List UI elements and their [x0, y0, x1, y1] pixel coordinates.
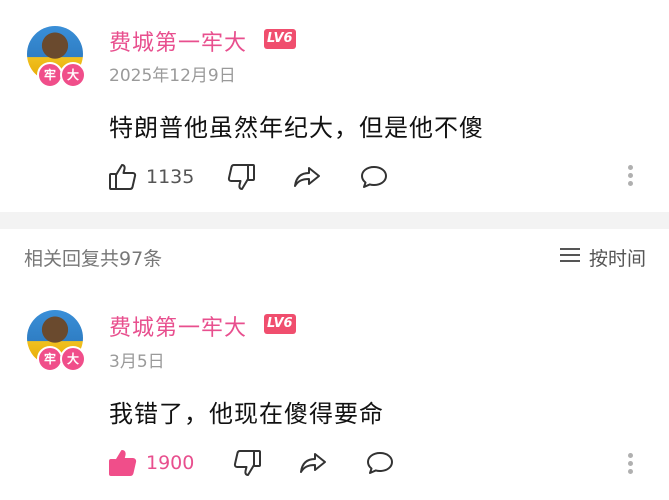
dislike-button[interactable] [232, 448, 262, 478]
comment-date: 3月5日 [109, 352, 165, 372]
sort-lines-icon [559, 246, 581, 269]
comment-text[interactable]: 我错了，他现在傻得要命 [109, 394, 384, 429]
share-icon [298, 448, 328, 478]
thumbs-down-icon [232, 448, 262, 478]
thumbs-up-icon [108, 162, 138, 192]
username[interactable]: 费城第一牢大 [109, 25, 247, 57]
section-divider [0, 212, 669, 229]
share-icon [292, 162, 322, 192]
avatar-badge-right: 大 [60, 346, 86, 372]
like-button[interactable]: 1900 [108, 448, 194, 478]
more-vertical-icon[interactable] [628, 450, 636, 477]
reply-button[interactable] [359, 162, 389, 192]
sort-by-time-button[interactable]: 按时间 [559, 244, 646, 271]
dislike-button[interactable] [226, 162, 256, 192]
reply-button[interactable] [365, 448, 395, 478]
share-button[interactable] [292, 162, 322, 192]
replies-count: 相关回复共97条 [24, 248, 163, 270]
comment-bubble-icon [365, 448, 395, 478]
thumbs-up-icon [108, 448, 138, 478]
more-vertical-icon[interactable] [628, 162, 636, 189]
thumbs-down-icon [226, 162, 256, 192]
level-badge: LV6 [264, 29, 296, 49]
avatar[interactable]: 牢 大 [27, 310, 86, 372]
avatar[interactable]: 牢 大 [27, 26, 86, 88]
replies-header: 相关回复共97条 按时间 [24, 244, 646, 274]
comment-text[interactable]: 特朗普他虽然年纪大，但是他不傻 [109, 108, 484, 143]
comment-date: 2025年12月9日 [109, 66, 236, 86]
avatar-badge-right: 大 [60, 62, 86, 88]
comment-bubble-icon [359, 162, 389, 192]
sort-label: 按时间 [588, 248, 646, 270]
like-count: 1900 [146, 452, 195, 474]
like-button[interactable]: 1135 [108, 162, 194, 192]
username[interactable]: 费城第一牢大 [109, 310, 247, 342]
share-button[interactable] [298, 448, 328, 478]
like-count: 1135 [146, 166, 195, 188]
level-badge: LV6 [264, 314, 296, 334]
